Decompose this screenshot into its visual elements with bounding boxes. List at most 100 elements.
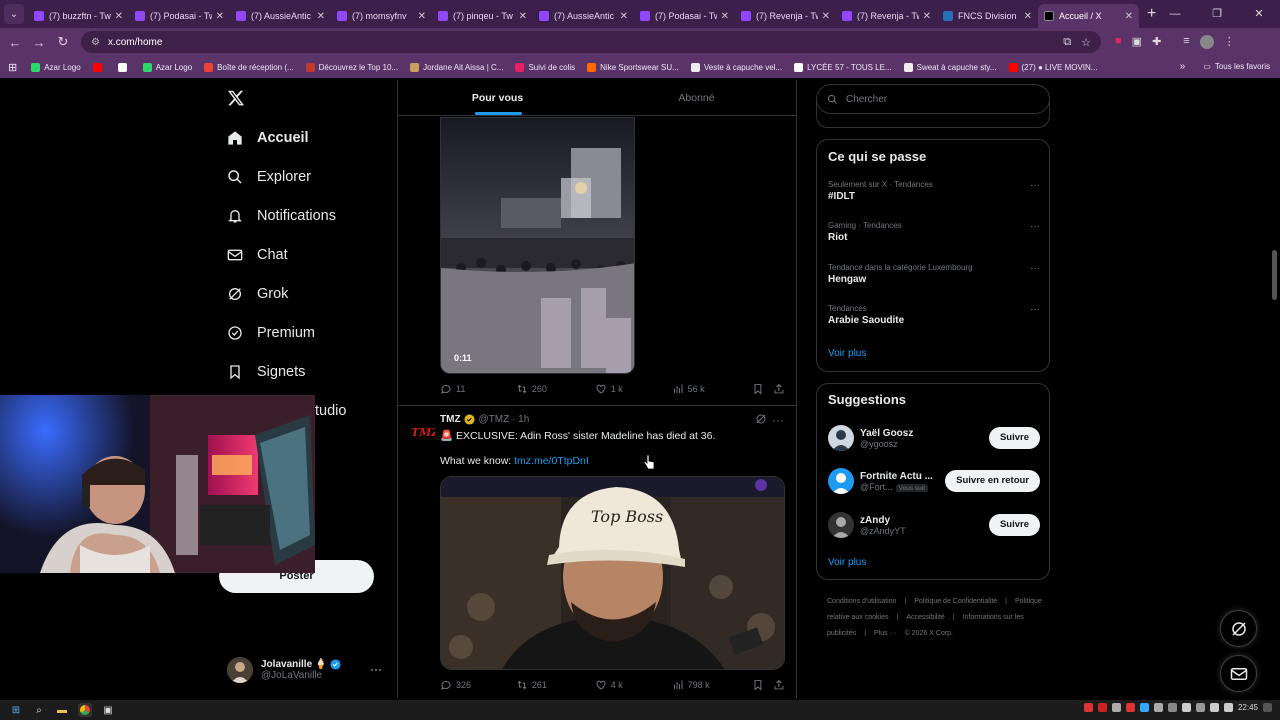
follow-button[interactable]: Suivre [988, 514, 1040, 536]
avatar[interactable] [828, 512, 854, 538]
sidebar-item-accueil[interactable]: Accueil [227, 130, 309, 146]
avatar[interactable] [828, 425, 854, 451]
tab-pour-vous[interactable]: Pour vous [398, 80, 597, 115]
minimize-button[interactable]: — [1154, 0, 1196, 28]
bookmark-item[interactable]: Jordane Ait Aissa | C... [410, 62, 503, 72]
bookmark-item[interactable]: Azar Logo [142, 62, 192, 72]
tray-icon[interactable] [1209, 703, 1219, 712]
star-icon[interactable]: ☆ [1081, 36, 1091, 49]
tweet-author-name[interactable]: TMZ [440, 414, 461, 425]
close-tab-icon[interactable]: ✕ [216, 11, 224, 22]
windows-start-icon[interactable]: ⊞ [9, 703, 23, 717]
extension-icon[interactable]: ■ [1115, 35, 1122, 49]
tray-icon[interactable] [1097, 703, 1107, 712]
browser-tab[interactable]: (7) AussieAntic ✕ [230, 4, 331, 28]
footer-link[interactable]: © 2026 X Corp. [905, 630, 953, 637]
browser-tab[interactable]: (7) Podasai - Tw ✕ [129, 4, 230, 28]
tray-icon[interactable] [1125, 703, 1135, 712]
repost-button[interactable]: 260 [516, 383, 595, 395]
avatar[interactable] [828, 468, 854, 494]
more-icon[interactable]: ··· [370, 662, 382, 676]
sidebar-item-notifications[interactable]: Notifications [227, 208, 336, 224]
tab-search-button[interactable]: ⌄ [4, 4, 24, 24]
close-tab-icon[interactable]: ✕ [822, 11, 830, 22]
chrome-icon[interactable] [78, 703, 92, 717]
bookmark-item[interactable]: Azar Logo [31, 62, 81, 72]
tray-icon[interactable] [1195, 703, 1205, 712]
browser-tab[interactable]: (7) pinqeu - Tw ✕ [432, 4, 533, 28]
bookmark-item[interactable]: Nike Sportswear SU... [587, 62, 679, 72]
reply-button[interactable]: 326 [440, 679, 516, 691]
notification-icon[interactable] [1263, 703, 1272, 712]
install-icon[interactable]: ⧉ [1063, 36, 1071, 49]
close-tab-icon[interactable]: ✕ [923, 11, 931, 22]
tweet-link[interactable]: tmz.me/0TtpDnI [514, 455, 589, 467]
footer-link[interactable]: Politique de Confidentialité [914, 598, 997, 605]
browser-tab[interactable]: (7) Revenja - Tw ✕ [735, 4, 836, 28]
tray-icon[interactable] [1111, 703, 1121, 712]
follow-button[interactable]: Suivre [988, 427, 1040, 449]
more-bookmarks-icon[interactable]: » [1180, 61, 1186, 72]
trend-item[interactable]: Tendance dans la catégorie Luxembourg Hen… [828, 263, 1040, 285]
extension-icon[interactable]: ▣ [1132, 35, 1142, 49]
sidebar-item-studio[interactable]: tudio [315, 403, 346, 419]
like-button[interactable]: 1 k [595, 383, 672, 395]
menu-icon[interactable]: ⋮ [1224, 35, 1235, 49]
x-logo-icon[interactable] [227, 89, 245, 107]
follow-button[interactable]: Suivre en retour [945, 470, 1040, 492]
all-bookmarks-link[interactable]: Tous les favoris [1215, 62, 1270, 71]
repost-button[interactable]: 261 [516, 679, 595, 691]
account-switcher[interactable]: Jolavanille 🍦 @JoLaVanille [227, 657, 341, 683]
bookmark-item[interactable]: Sweat à capuche sty... [903, 62, 997, 72]
more-icon[interactable]: ··· [1030, 263, 1040, 274]
bookmark-item[interactable] [117, 62, 131, 72]
back-icon[interactable]: ← [3, 35, 27, 50]
reply-button[interactable]: 11 [440, 383, 516, 395]
puzzle-icon[interactable]: ✚ [1152, 35, 1161, 49]
close-tab-icon[interactable]: ✕ [1024, 11, 1032, 22]
file-explorer-icon[interactable]: ▬ [55, 703, 69, 717]
sidebar-item-explorer[interactable]: Explorer [227, 169, 311, 185]
apps-icon[interactable]: ⊞ [8, 61, 17, 74]
clock[interactable]: 22:45 [1238, 703, 1258, 712]
close-tab-icon[interactable]: ✕ [1125, 11, 1133, 22]
share-icon[interactable] [773, 383, 785, 395]
site-info-icon[interactable]: ⚙ [91, 37, 100, 48]
suggestion-item[interactable]: zAndy @zAndyYT Suivre [828, 510, 1040, 540]
more-icon[interactable]: ··· [1030, 304, 1040, 315]
url-bar[interactable]: ⚙ x.com/home ⧉ ☆ [81, 31, 1101, 53]
tray-icon[interactable] [1223, 703, 1233, 712]
browser-tab[interactable]: (7) Revenja - Tw ✕ [836, 4, 937, 28]
tray-icon[interactable] [1181, 703, 1191, 712]
bookmark-item[interactable]: Boîte de réception (... [204, 62, 294, 72]
close-tab-icon[interactable]: ✕ [519, 11, 527, 22]
scrollbar[interactable] [1272, 250, 1277, 300]
more-icon[interactable]: ··· [1030, 180, 1040, 191]
views-button[interactable]: 798 k [672, 679, 753, 691]
grok-fab[interactable] [1220, 610, 1257, 647]
footer-link[interactable]: Conditions d'utilisation [827, 598, 896, 605]
terminal-icon[interactable]: ▣ [101, 703, 115, 717]
footer-link[interactable]: Plus ··· [874, 630, 897, 637]
trend-item[interactable]: Seulement sur X · Tendances #IDLT ··· [828, 180, 1040, 202]
close-window-button[interactable]: ✕ [1238, 0, 1280, 28]
close-tab-icon[interactable]: ✕ [620, 11, 628, 22]
search-input[interactable]: Chercher [816, 84, 1050, 114]
browser-tab[interactable]: (7) momsyfnv ✕ [331, 4, 432, 28]
like-button[interactable]: 4 k [595, 679, 672, 691]
trend-item[interactable]: Tendances Arabie Saoudite ··· [828, 304, 1040, 326]
trends-voir-plus-link[interactable]: Voir plus [828, 348, 866, 359]
share-icon[interactable] [773, 679, 785, 691]
bookmark-item[interactable]: Découvrez le Top 10... [305, 62, 398, 72]
bookmark-item[interactable]: LYCÉE 57 - TOUS LE... [794, 62, 892, 72]
suggestion-item[interactable]: Fortnite Actu ... @Fort... Vous suit Suivre… [828, 466, 1040, 496]
views-button[interactable]: 56 k [672, 383, 753, 395]
tray-icon[interactable] [1139, 703, 1149, 712]
tray-icon[interactable] [1083, 703, 1093, 712]
browser-tab[interactable]: FNCS Division ✕ [937, 4, 1038, 28]
tray-icon[interactable] [1153, 703, 1163, 712]
more-icon[interactable]: ··· [1030, 221, 1040, 232]
bookmark-item[interactable]: (27) ● LIVE MOVIN... [1008, 62, 1097, 72]
more-icon[interactable]: ··· [772, 413, 784, 427]
bookmark-item[interactable]: Veste à capuche vel... [690, 62, 782, 72]
